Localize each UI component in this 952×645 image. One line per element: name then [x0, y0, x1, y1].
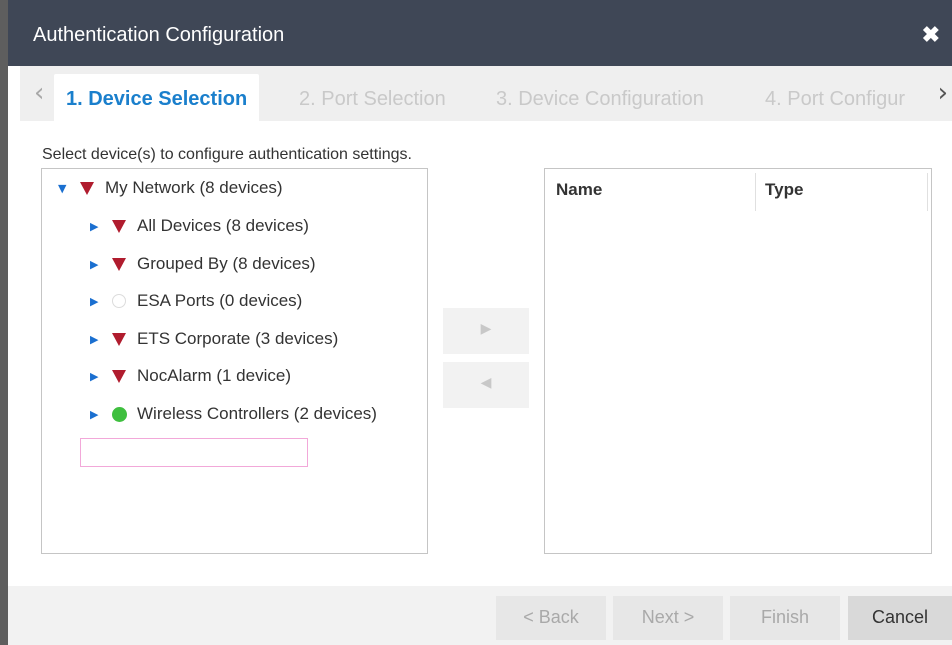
- chevron-down-icon[interactable]: ▼: [58, 182, 70, 195]
- remove-selection-button[interactable]: ◀: [443, 362, 529, 408]
- chevron-right-icon[interactable]: ▶: [90, 258, 102, 271]
- red-triangle-icon: [112, 332, 126, 346]
- chevron-right-icon[interactable]: ▶: [90, 333, 102, 346]
- tree-node-label: ESA Ports (0 devices): [137, 291, 303, 310]
- arrow-right-icon: ▶: [480, 321, 492, 337]
- column-divider[interactable]: [755, 173, 756, 211]
- red-triangle-icon: [112, 369, 126, 383]
- table-header: Name Type: [545, 169, 929, 211]
- chevron-right-icon[interactable]: ▶: [90, 370, 102, 383]
- close-icon[interactable]: ✖: [922, 22, 940, 48]
- tab-port-selection[interactable]: 2. Port Selection: [299, 74, 446, 121]
- red-triangle-icon: [80, 181, 94, 195]
- tree-node-label: All Devices (8 devices): [137, 216, 309, 235]
- instruction-text: Select device(s) to configure authentica…: [42, 146, 412, 163]
- tree-node-label: My Network (8 devices): [105, 178, 283, 197]
- tab-device-configuration[interactable]: 3. Device Configuration: [496, 74, 704, 121]
- tree-node-label: ETS Corporate (3 devices): [137, 329, 339, 348]
- red-triangle-icon: [112, 219, 126, 233]
- tree-node-my-network[interactable]: ▼ My Network (8 devices): [58, 173, 283, 203]
- chevron-right-icon[interactable]: ›: [938, 78, 948, 108]
- wizard-tab-bar: ‹ 1. Device Selection 2. Port Selection …: [20, 66, 952, 121]
- column-divider[interactable]: [927, 173, 928, 211]
- chevron-right-icon[interactable]: ▶: [90, 220, 102, 233]
- title-bar: Authentication Configuration ✖: [8, 0, 952, 66]
- add-selection-button[interactable]: ▶: [443, 308, 529, 354]
- cancel-button[interactable]: Cancel: [848, 596, 952, 640]
- chevron-left-icon[interactable]: ‹: [34, 78, 44, 108]
- tree-node-label: NocAlarm (1 device): [137, 366, 291, 385]
- tree-node-label: Grouped By (8 devices): [137, 254, 316, 273]
- column-header-type[interactable]: Type: [765, 180, 803, 200]
- tree-node-all-devices[interactable]: ▶ All Devices (8 devices): [90, 211, 309, 241]
- tree-node-label: Wireless Controllers (2 devices): [137, 404, 377, 423]
- tab-port-configuration[interactable]: 4. Port Configur: [765, 74, 905, 121]
- dialog-footer: < Back Next > Finish Cancel: [8, 586, 952, 645]
- next-button[interactable]: Next >: [613, 596, 723, 640]
- dialog-title: Authentication Configuration: [33, 24, 285, 46]
- red-triangle-icon: [112, 257, 126, 271]
- tree-node-grouped-by[interactable]: ▶ Grouped By (8 devices): [90, 249, 316, 279]
- tree-node-ets-corporate[interactable]: ▶ ETS Corporate (3 devices): [90, 324, 338, 354]
- tree-node-esa-ports[interactable]: ▶ ESA Ports (0 devices): [90, 286, 302, 316]
- tree-edit-box[interactable]: [80, 438, 308, 467]
- tree-node-nocalarm[interactable]: ▶ NocAlarm (1 device): [90, 361, 291, 391]
- empty-circle-icon: [112, 294, 126, 308]
- chevron-right-icon[interactable]: ▶: [90, 295, 102, 308]
- green-circle-icon: [112, 406, 127, 422]
- selected-devices-table[interactable]: Name Type: [544, 168, 932, 554]
- column-header-name[interactable]: Name: [556, 180, 602, 200]
- tab-device-selection[interactable]: 1. Device Selection: [54, 74, 260, 121]
- tree-node-wireless-controllers[interactable]: ▶ Wireless Controllers (2 devices): [90, 399, 377, 429]
- device-tree[interactable]: ▼ My Network (8 devices) ▶ All Devices (…: [41, 168, 428, 554]
- chevron-right-icon[interactable]: ▶: [90, 408, 102, 421]
- back-button[interactable]: < Back: [496, 596, 606, 640]
- authentication-dialog: Authentication Configuration ✖ ‹ 1. Devi…: [0, 0, 952, 645]
- finish-button[interactable]: Finish: [730, 596, 840, 640]
- arrow-left-icon: ◀: [480, 375, 492, 391]
